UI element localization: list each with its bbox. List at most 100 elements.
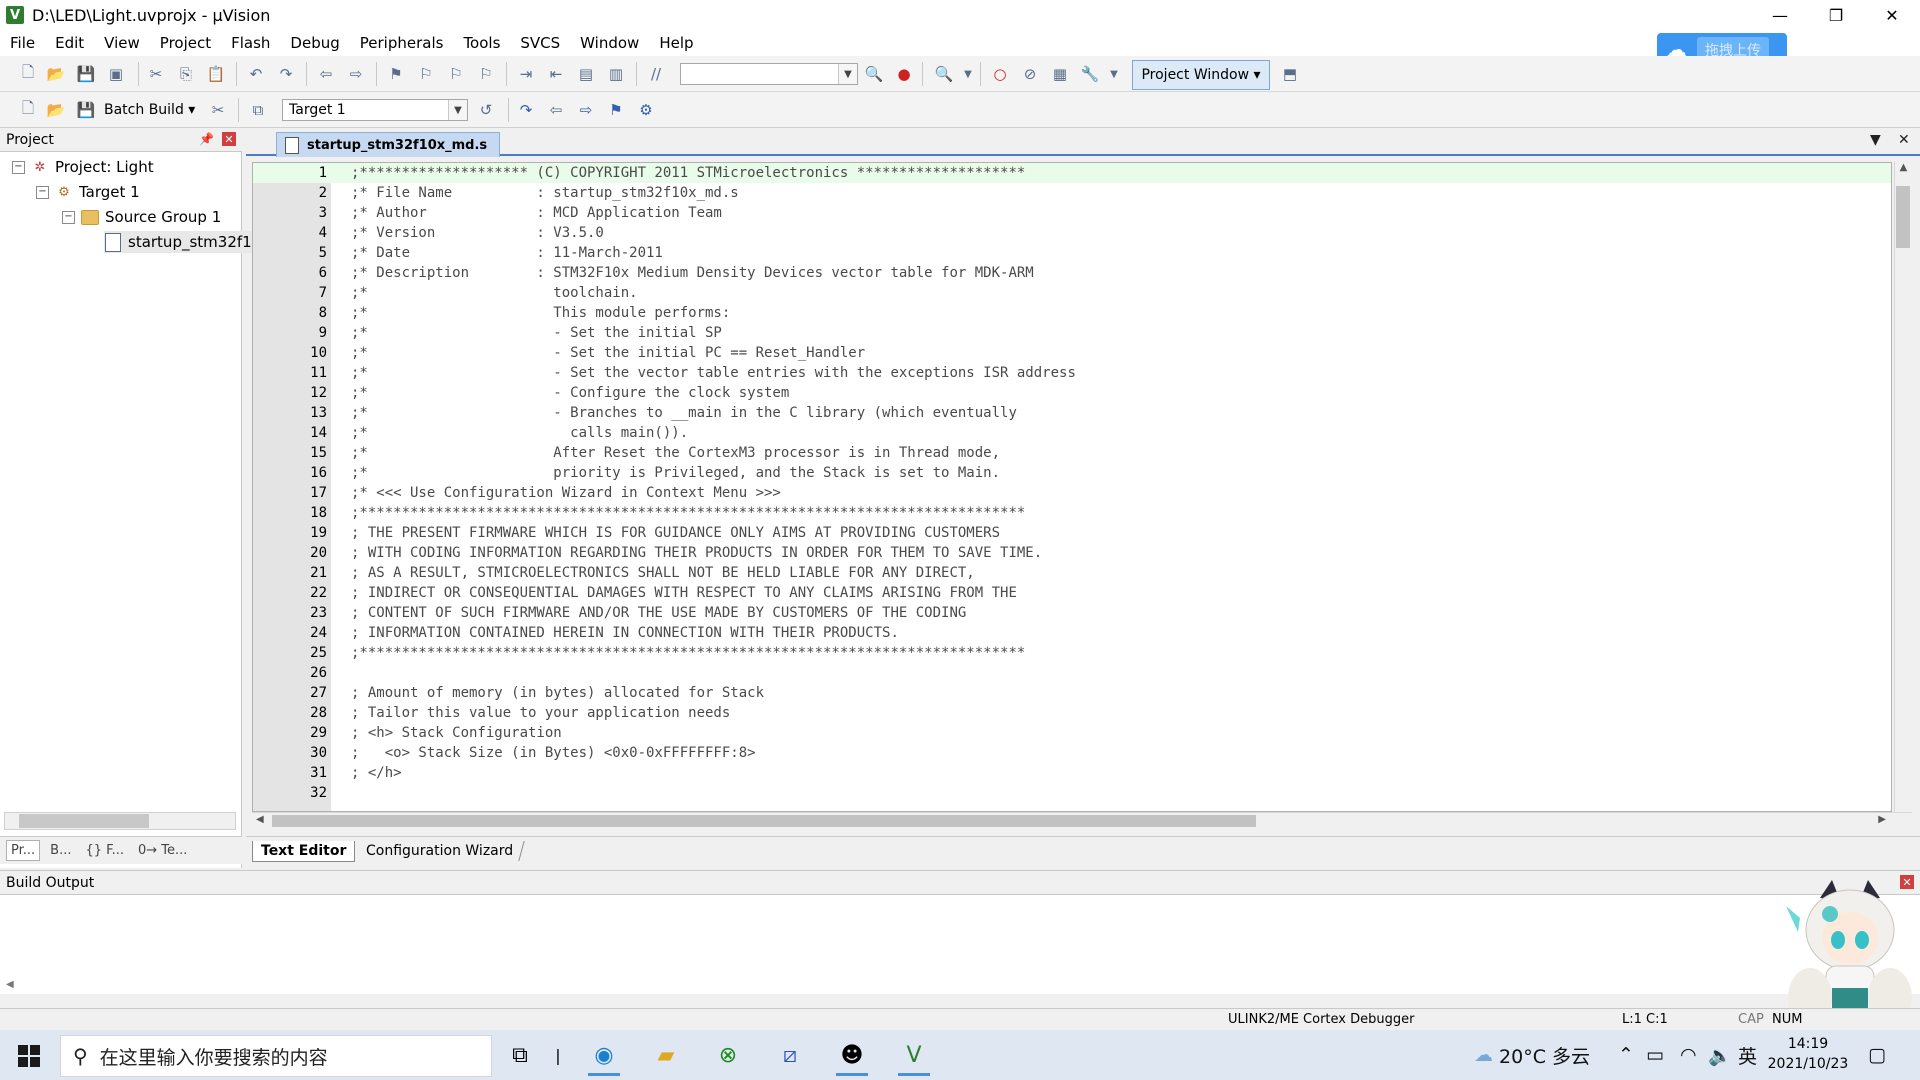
uncomment-icon[interactable]: ▥: [606, 64, 626, 84]
menu-tools[interactable]: Tools: [453, 34, 510, 52]
task-view-icon[interactable]: ⧉: [500, 1036, 540, 1074]
bookmark-icon[interactable]: ⚑: [386, 64, 406, 84]
windows-start-icon[interactable]: [18, 1045, 40, 1067]
extras-icon[interactable]: ⬒: [1280, 64, 1300, 84]
target-select[interactable]: Target 1 ▼: [282, 99, 468, 121]
debug-session-icon[interactable]: ●: [894, 64, 914, 84]
code-line[interactable]: 10 ;* - Set the initial PC == Reset_Handl…: [253, 343, 1891, 363]
code-line[interactable]: 25 ;*************************************…: [253, 643, 1891, 663]
tree-file[interactable]: startup_stm32f1: [104, 231, 256, 253]
zoom-debug-icon[interactable]: 🔍: [934, 64, 954, 84]
rebuild-icon[interactable]: ⇨: [576, 100, 596, 120]
visual-studio-icon[interactable]: ⧄: [770, 1036, 810, 1074]
qq-icon[interactable]: ☻: [832, 1036, 872, 1076]
collapse-icon[interactable]: −: [62, 210, 75, 224]
code-line[interactable]: 12 ;* - Configure the clock system: [253, 383, 1891, 403]
translate-icon[interactable]: ↷: [516, 100, 536, 120]
code-line[interactable]: 21 ; AS A RESULT, STMICROELECTRONICS SHAL…: [253, 563, 1891, 583]
code-line[interactable]: 5 ;* Date : 11-March-2011: [253, 243, 1891, 263]
copy-icon[interactable]: ⎘: [176, 64, 196, 84]
editor-vscroll-thumb[interactable]: [1896, 186, 1910, 248]
breakpoint-icon[interactable]: ○: [990, 64, 1010, 84]
taskbar-search-box[interactable]: ⚲ 在这里输入你要搜索的内容: [60, 1035, 492, 1077]
code-line[interactable]: 6 ;* Description : STM32F10x Medium Densi…: [253, 263, 1891, 283]
configure-icon[interactable]: 🔧: [1080, 64, 1100, 84]
new-icon[interactable]: 🗋: [18, 99, 38, 120]
tab-books[interactable]: B...: [46, 841, 75, 860]
code-line[interactable]: 32: [253, 783, 1891, 803]
xbox-icon[interactable]: ⊗: [708, 1036, 748, 1074]
ime-indicator[interactable]: 英: [1738, 1030, 1757, 1080]
wifi-icon[interactable]: ◠: [1680, 1030, 1697, 1080]
project-hscroll-thumb[interactable]: [19, 814, 149, 828]
tree-target[interactable]: − ⚙ Target 1: [36, 181, 140, 203]
collapse-icon[interactable]: −: [12, 160, 25, 174]
code-line[interactable]: 2 ;* File Name : startup_stm32f10x_md.s: [253, 183, 1891, 203]
menu-debug[interactable]: Debug: [280, 34, 349, 52]
taskbar-clock[interactable]: 14:19 2021/10/23: [1760, 1034, 1856, 1074]
open-file-icon[interactable]: 📂: [46, 64, 66, 84]
undo-icon[interactable]: ↶: [246, 64, 266, 84]
new-file-icon[interactable]: 🗋: [18, 63, 38, 84]
code-line[interactable]: 13 ;* - Branches to __main in the C libra…: [253, 403, 1891, 423]
find-in-files-icon[interactable]: //: [646, 64, 666, 84]
project-window-button[interactable]: Project Window ▾: [1132, 60, 1270, 90]
close-panel-icon[interactable]: ✕: [222, 132, 236, 146]
collapse-icon[interactable]: −: [36, 185, 49, 199]
clear-bookmarks-icon[interactable]: ⚐: [476, 64, 496, 84]
notifications-icon[interactable]: ▢: [1868, 1030, 1886, 1080]
window-layout-icon[interactable]: ▦: [1050, 64, 1070, 84]
code-line[interactable]: 18 ;*************************************…: [253, 503, 1891, 523]
code-line[interactable]: 15 ;* After Reset the CortexM3 processor …: [253, 443, 1891, 463]
editor-tab-startup[interactable]: startup_stm32f10x_md.s: [276, 132, 501, 157]
code-line[interactable]: 19 ; THE PRESENT FIRMWARE WHICH IS FOR GU…: [253, 523, 1891, 543]
weather-widget[interactable]: ☁ 20°C 多云: [1474, 1030, 1590, 1080]
pin-icon[interactable]: 📌: [199, 132, 214, 146]
code-line[interactable]: 27 ; Amount of memory (in bytes) allocate…: [253, 683, 1891, 703]
uvision-taskbar-icon[interactable]: V: [894, 1036, 934, 1076]
prev-bookmark-icon[interactable]: ⚐: [416, 64, 436, 84]
menu-help[interactable]: Help: [649, 34, 703, 52]
code-line[interactable]: 17 ;* <<< Use Configuration Wizard in Con…: [253, 483, 1891, 503]
code-line[interactable]: 4 ;* Version : V3.5.0: [253, 223, 1891, 243]
incremental-find-icon[interactable]: 🔍: [864, 64, 884, 84]
show-hidden-icons[interactable]: ⌃: [1618, 1030, 1634, 1080]
load-icon[interactable]: ⚙: [636, 100, 656, 120]
code-line[interactable]: 29 ; <h> Stack Configuration: [253, 723, 1891, 743]
code-line[interactable]: 28 ; Tailor this value to your applicatio…: [253, 703, 1891, 723]
chevron-down-icon[interactable]: ▼: [958, 64, 978, 84]
configure-dropdown-icon[interactable]: ▼: [1104, 64, 1124, 84]
code-line[interactable]: 30 ; <o> Stack Size (in Bytes) <0x0-0xFFF…: [253, 743, 1891, 763]
menu-file[interactable]: File: [0, 34, 45, 52]
tree-group[interactable]: − Source Group 1: [62, 206, 221, 228]
find-combo[interactable]: ▼: [680, 63, 858, 85]
cut-icon[interactable]: ✂: [146, 64, 166, 84]
code-line[interactable]: 24 ; INFORMATION CONTAINED HEREIN IN CONN…: [253, 623, 1891, 643]
code-line[interactable]: 14 ;* calls main()).: [253, 423, 1891, 443]
close-tab-icon[interactable]: ✕: [1898, 132, 1910, 148]
build-icon[interactable]: ⇦: [546, 100, 566, 120]
tab-project[interactable]: Pr...: [6, 840, 41, 861]
save-icon[interactable]: 💾: [76, 64, 96, 84]
tab-list-icon[interactable]: ▼: [1870, 132, 1881, 148]
code-line[interactable]: 23 ; CONTENT OF SUCH FIRMWARE AND/OR THE …: [253, 603, 1891, 623]
editor-hscroll-thumb[interactable]: [272, 815, 1256, 827]
menu-svcs[interactable]: SVCS: [510, 34, 570, 52]
minimize-button[interactable]: —: [1752, 0, 1808, 30]
tab-configuration-wizard[interactable]: Configuration Wizard: [355, 841, 525, 861]
code-line[interactable]: 26: [253, 663, 1891, 683]
menu-window[interactable]: Window: [570, 34, 649, 52]
open-icon[interactable]: 📂: [46, 100, 66, 120]
project-hscroll[interactable]: [4, 812, 236, 830]
next-bookmark-icon[interactable]: ⚐: [446, 64, 466, 84]
build-output-pane[interactable]: ◀: [0, 894, 1920, 994]
navigate-forward-icon[interactable]: ⇨: [346, 64, 366, 84]
code-line[interactable]: 3 ;* Author : MCD Application Team: [253, 203, 1891, 223]
stop-build-icon[interactable]: ✂: [208, 100, 228, 120]
tab-functions[interactable]: {} F...: [82, 841, 128, 860]
code-line[interactable]: 7 ;* toolchain.: [253, 283, 1891, 303]
battery-icon[interactable]: ▭: [1646, 1030, 1664, 1080]
code-editor[interactable]: 1 ;******************** (C) COPYRIGHT 201…: [252, 162, 1892, 812]
code-line[interactable]: 1 ;******************** (C) COPYRIGHT 201…: [253, 163, 1891, 183]
unindent-icon[interactable]: ⇤: [546, 64, 566, 84]
